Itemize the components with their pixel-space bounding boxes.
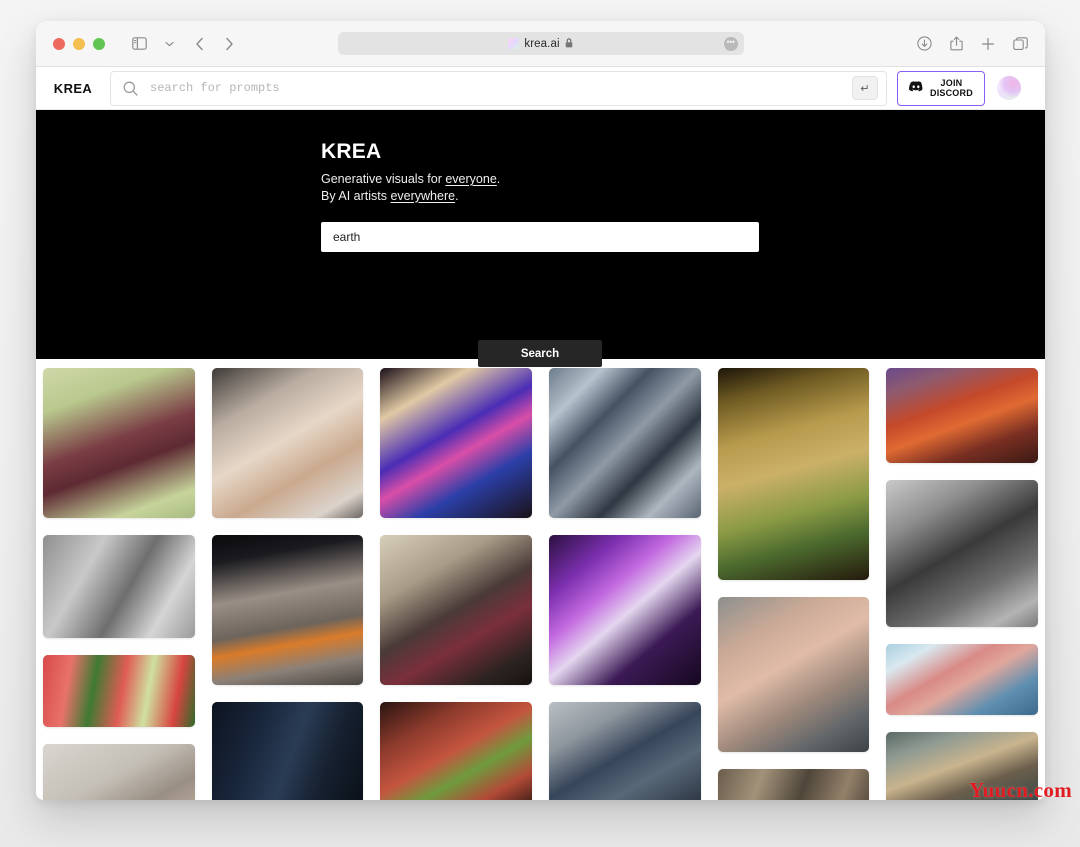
close-window-button[interactable] (53, 37, 65, 50)
tile-man-interior-blue[interactable] (549, 702, 701, 800)
browser-window: krea.ai ••• KREA search for prompts ↵ JO… (36, 21, 1045, 800)
tile-watermelon-grid[interactable] (43, 655, 195, 727)
window-controls (53, 37, 105, 50)
tile-two-faces-sea[interactable] (886, 644, 1039, 715)
tile-scifi-armor-portrait[interactable] (380, 535, 533, 685)
tile-image (549, 535, 701, 685)
chevron-down-icon[interactable] (156, 32, 182, 56)
krea-logo[interactable]: KREA (36, 81, 110, 96)
discord-icon (909, 79, 923, 97)
tile-lizard-creature[interactable] (717, 368, 870, 580)
gallery-column (211, 368, 364, 800)
hero-tagline: Generative visuals for everyone. By AI a… (321, 171, 761, 204)
watermark: Yuucn.com (969, 778, 1072, 802)
downloads-icon[interactable] (913, 32, 935, 56)
browser-toolbar: krea.ai ••• (36, 21, 1045, 67)
lock-icon (565, 37, 573, 50)
enter-key-icon[interactable]: ↵ (852, 76, 878, 100)
tile-rain-window-face[interactable] (211, 702, 364, 800)
tile-couple-kiss[interactable] (211, 368, 364, 518)
tile-image (211, 368, 364, 518)
more-dots-icon[interactable]: ••• (723, 36, 738, 51)
hero-tagline-line2-prefix: By AI artists (321, 188, 391, 203)
image-gallery (36, 359, 1045, 800)
hero-tagline-line1-suffix: . (496, 172, 501, 186)
browser-nav-controls (126, 32, 242, 56)
tile-concert-purple[interactable] (549, 535, 701, 685)
header-search-input[interactable] (150, 81, 852, 95)
tile-image (717, 769, 870, 800)
hero-link-everyone[interactable]: everyone (445, 172, 496, 186)
hero-link-everywhere[interactable]: everywhere (390, 189, 455, 203)
tile-cartoon-tv[interactable] (380, 368, 533, 518)
address-bar-container[interactable]: krea.ai ••• (337, 32, 744, 55)
tile-engraving-bw[interactable] (886, 480, 1039, 627)
gallery-column (886, 368, 1039, 800)
share-icon[interactable] (945, 32, 967, 56)
sidebar-toggle-icon[interactable] (126, 32, 152, 56)
tile-crowd-sepia[interactable] (717, 769, 870, 800)
tile-image (43, 368, 195, 518)
tile-image (211, 535, 364, 685)
hero-section: KREA Generative visuals for everyone. By… (36, 110, 1045, 367)
search-icon (123, 81, 138, 96)
tile-image (717, 597, 870, 752)
tile-image (549, 702, 701, 800)
gallery-column (549, 368, 701, 800)
tile-elon-money-collage[interactable] (43, 368, 195, 518)
forward-arrow-icon[interactable] (216, 32, 242, 56)
address-bar[interactable]: krea.ai ••• (337, 32, 744, 55)
tile-image (549, 368, 701, 518)
tile-image (717, 368, 870, 580)
discord-label-line1: JOIN (940, 77, 963, 88)
tile-astronaut-moon[interactable] (211, 535, 364, 685)
tile-image (43, 535, 195, 638)
site-favicon (508, 38, 520, 49)
tile-painting-red-sky[interactable] (886, 368, 1039, 463)
tile-image (886, 480, 1039, 627)
tile-image (886, 644, 1039, 715)
tile-red-figure-plants[interactable] (380, 702, 533, 800)
tab-overview-icon[interactable] (1009, 32, 1031, 56)
tile-image (380, 535, 533, 685)
maximize-window-button[interactable] (93, 37, 105, 50)
header-search-bar[interactable]: ↵ (110, 70, 887, 106)
hero-tagline-line2-suffix: . (455, 188, 459, 203)
page-content: KREA ↵ (36, 67, 1045, 800)
hero-content: KREA Generative visuals for everyone. By… (321, 140, 761, 252)
address-url-text: krea.ai (524, 37, 560, 50)
tile-image (43, 655, 195, 727)
browser-toolbar-actions (913, 32, 1031, 56)
tile-group-bw-portrait[interactable] (43, 535, 195, 638)
app-header: KREA ↵ (36, 67, 1045, 110)
hero-search-input[interactable] (321, 222, 759, 252)
minimize-window-button[interactable] (73, 37, 85, 50)
back-arrow-icon[interactable] (186, 32, 212, 56)
join-discord-button[interactable]: JOIN DISCORD (897, 70, 985, 106)
tile-bathroom-scene[interactable] (43, 744, 195, 800)
page-root: krea.ai ••• KREA search for prompts ↵ JO… (0, 0, 1080, 847)
tile-portrait-mosaic[interactable] (549, 368, 701, 518)
join-discord-label: JOIN DISCORD (930, 78, 973, 99)
hero-tagline-line1-prefix: Generative visuals for (321, 172, 446, 186)
tile-image (43, 744, 195, 800)
hero-title: KREA (321, 140, 382, 163)
tile-closeup-portrait[interactable] (717, 597, 870, 752)
gallery-column (43, 368, 195, 800)
tile-image (886, 368, 1039, 463)
tile-image (380, 702, 533, 800)
new-tab-icon[interactable] (977, 32, 999, 56)
gallery-column (380, 368, 533, 800)
tile-image (211, 702, 364, 800)
avatar[interactable] (996, 76, 1021, 100)
discord-label-line2: DISCORD (930, 88, 973, 98)
tile-image (380, 368, 533, 518)
gallery-column (717, 368, 870, 800)
